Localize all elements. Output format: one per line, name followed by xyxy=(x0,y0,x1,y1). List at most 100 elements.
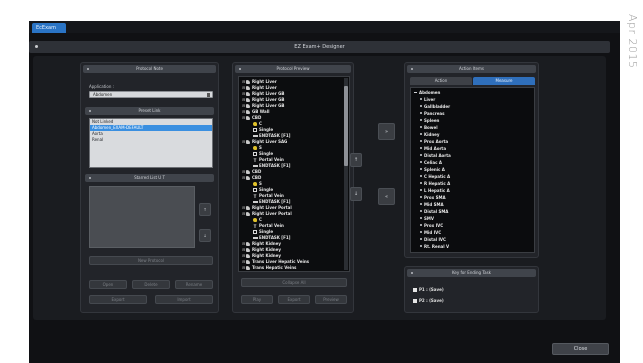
preview-tree-row-label: C xyxy=(259,121,262,126)
protocol-preview-tree[interactable]: ⊟ Right Liver ⊟ Right Liver ⊟ Right Liver GB ⊟… xyxy=(238,76,350,272)
preview-tree-row-label: Single xyxy=(259,187,274,192)
measure-list-item-label: Bowel xyxy=(424,125,438,130)
organ-icon xyxy=(246,104,250,108)
measure-list-item[interactable]: Spleen xyxy=(420,118,439,124)
add-to-protocol-button[interactable]: » xyxy=(378,123,395,140)
bullet-icon xyxy=(420,175,422,177)
measure-list-item-label: L Hepatic A xyxy=(424,188,450,193)
rename-button[interactable]: Rename xyxy=(175,280,213,289)
open-button[interactable]: Open xyxy=(89,280,127,289)
preview-tree-row-label: ENDTASK [F1] xyxy=(259,235,291,240)
measure-list-item[interactable]: Prox IVC xyxy=(420,223,443,229)
bullet-icon xyxy=(420,231,422,233)
move-up-button[interactable]: ↑ xyxy=(199,203,211,216)
measure-list-item[interactable]: L Hepatic A xyxy=(420,188,450,194)
action-items-tabs: Action Measure xyxy=(410,77,535,85)
preview-scrollbar-thumb[interactable] xyxy=(344,86,348,166)
tab-measure[interactable]: Measure xyxy=(473,77,535,85)
delete-button[interactable]: Delete xyxy=(132,280,170,289)
collapse-icon[interactable] xyxy=(414,92,417,93)
measure-list-item-label: Gallbladder xyxy=(424,104,451,109)
preset-link-list[interactable]: Not Linked Abdomen_EXAM-DEFAULT Aorta Renal xyxy=(89,118,213,168)
app-tab-ecexam[interactable]: EcExam xyxy=(32,23,66,33)
measure-list-item[interactable]: Kidney xyxy=(420,132,440,138)
preview-tree-row[interactable]: ⊟ Trans Hepatic Veins xyxy=(239,265,296,271)
measure-list-item[interactable]: Mid Aorta xyxy=(420,146,446,152)
tab-action[interactable]: Action xyxy=(410,77,472,85)
bullet-icon xyxy=(420,147,422,149)
preview-scrollbar[interactable] xyxy=(344,78,348,270)
bullet-icon xyxy=(420,126,422,128)
bullet-icon xyxy=(420,238,422,240)
preview-tree-row-label: Right Liver GB xyxy=(252,97,285,102)
measure-list-item[interactable]: Distal SMA xyxy=(420,209,448,215)
measure-icon xyxy=(253,134,257,138)
designer-titlebar: EZ Exam+ Designer xyxy=(29,41,610,53)
measure-list-item[interactable]: SMV xyxy=(420,216,434,222)
move-down-button[interactable]: ↓ xyxy=(199,229,211,242)
panel-menu-icon[interactable] xyxy=(239,68,241,70)
bullet-icon xyxy=(420,133,422,135)
measure-list-item[interactable]: Bowel xyxy=(420,125,438,131)
import-button[interactable]: Import xyxy=(155,295,213,304)
panel-menu-icon[interactable] xyxy=(411,68,413,70)
panel-menu-icon[interactable] xyxy=(89,110,91,112)
preview-tree-row-label: Right Liver Portal xyxy=(252,211,292,216)
measure-list-item[interactable]: Prox SMA xyxy=(420,195,446,201)
measure-list-item[interactable]: Liver xyxy=(420,97,435,103)
measure-list-item[interactable]: Splenic A xyxy=(420,167,445,173)
measure-list-item[interactable]: Distal Aorta xyxy=(420,153,451,159)
checkbox-icon xyxy=(253,188,257,192)
measure-list-item-label: Prox Aorta xyxy=(424,139,449,144)
panel-menu-icon[interactable] xyxy=(411,272,413,274)
action-items-header: Action Items xyxy=(407,65,536,73)
measure-list-item[interactable]: Mid SMA xyxy=(420,202,444,208)
measure-list-item[interactable]: Rt. Renal V xyxy=(420,244,449,250)
measure-root-item[interactable]: Abdomen xyxy=(414,90,440,96)
measure-list-item-label: C Hepatic A xyxy=(424,174,451,179)
measure-list-item-label: Rt. Renal V xyxy=(424,244,450,249)
ending-key-p1[interactable]: P1 : (Save) xyxy=(413,287,444,293)
collapse-all-button[interactable]: Collapse All xyxy=(241,278,347,287)
measure-list-item[interactable]: Mid IVC xyxy=(420,230,441,236)
measure-list-item[interactable]: Distal IVC xyxy=(420,237,446,243)
protocol-note-title: Protocol Note xyxy=(136,66,163,71)
organ-icon xyxy=(246,260,250,264)
bullet-icon xyxy=(420,203,422,205)
close-button[interactable]: Close xyxy=(552,343,609,355)
new-protocol-button[interactable]: New Protocol xyxy=(89,256,213,265)
export-button[interactable]: Export xyxy=(89,295,147,304)
panel-menu-icon[interactable] xyxy=(87,68,89,70)
bullet-icon xyxy=(420,98,422,100)
measure-list-item[interactable]: C Hepatic A xyxy=(420,174,450,180)
protocol-preview-header: Protocol Preview xyxy=(235,65,351,73)
preview-tree-row-label: Trans Hepatic Veins xyxy=(252,265,297,270)
preview-tree-row-label: Right Kidney xyxy=(252,247,281,252)
measure-list-item[interactable]: Pancreas xyxy=(420,111,445,117)
measure-list-item[interactable]: Gallbladder xyxy=(420,104,450,110)
measure-list-item[interactable]: Prox Aorta xyxy=(420,139,448,145)
preset-link-title: Preset Link xyxy=(138,108,161,113)
ending-key-p2-label: P2 : (Save) xyxy=(419,298,444,303)
measure-list-item[interactable]: Celiac A xyxy=(420,160,442,166)
window-title: EZ Exam+ Designer xyxy=(294,44,345,50)
panel-menu-icon[interactable] xyxy=(89,177,91,179)
measure-list-item[interactable]: R Hepatic A xyxy=(420,181,450,187)
ending-key-p2[interactable]: P2 : (Save) xyxy=(413,298,444,304)
organ-icon xyxy=(246,176,250,180)
organ-icon xyxy=(246,116,250,120)
play-button[interactable]: Play xyxy=(241,295,273,304)
starred-list-box[interactable] xyxy=(89,186,195,248)
remove-from-protocol-button[interactable]: « xyxy=(378,188,395,205)
preview-move-up-button[interactable]: ↑ xyxy=(350,153,362,167)
ending-task-header: Key for Ending Task xyxy=(407,269,536,277)
measure-list[interactable]: Abdomen Liver Gallbladder Pancreas Spleen Bow… xyxy=(410,87,535,253)
application-select[interactable]: Abdomen xyxy=(89,91,213,98)
preview-export-button[interactable]: Export xyxy=(278,295,310,304)
preset-list-item[interactable]: Renal xyxy=(90,137,212,143)
bullet-icon xyxy=(420,196,422,198)
measure-root-label: Abdomen xyxy=(419,90,441,95)
protocol-note-panel: Protocol Note Application : Abdomen Pres… xyxy=(80,62,219,313)
preview-button[interactable]: Preview xyxy=(315,295,347,304)
preview-move-down-button[interactable]: ↓ xyxy=(350,187,362,201)
